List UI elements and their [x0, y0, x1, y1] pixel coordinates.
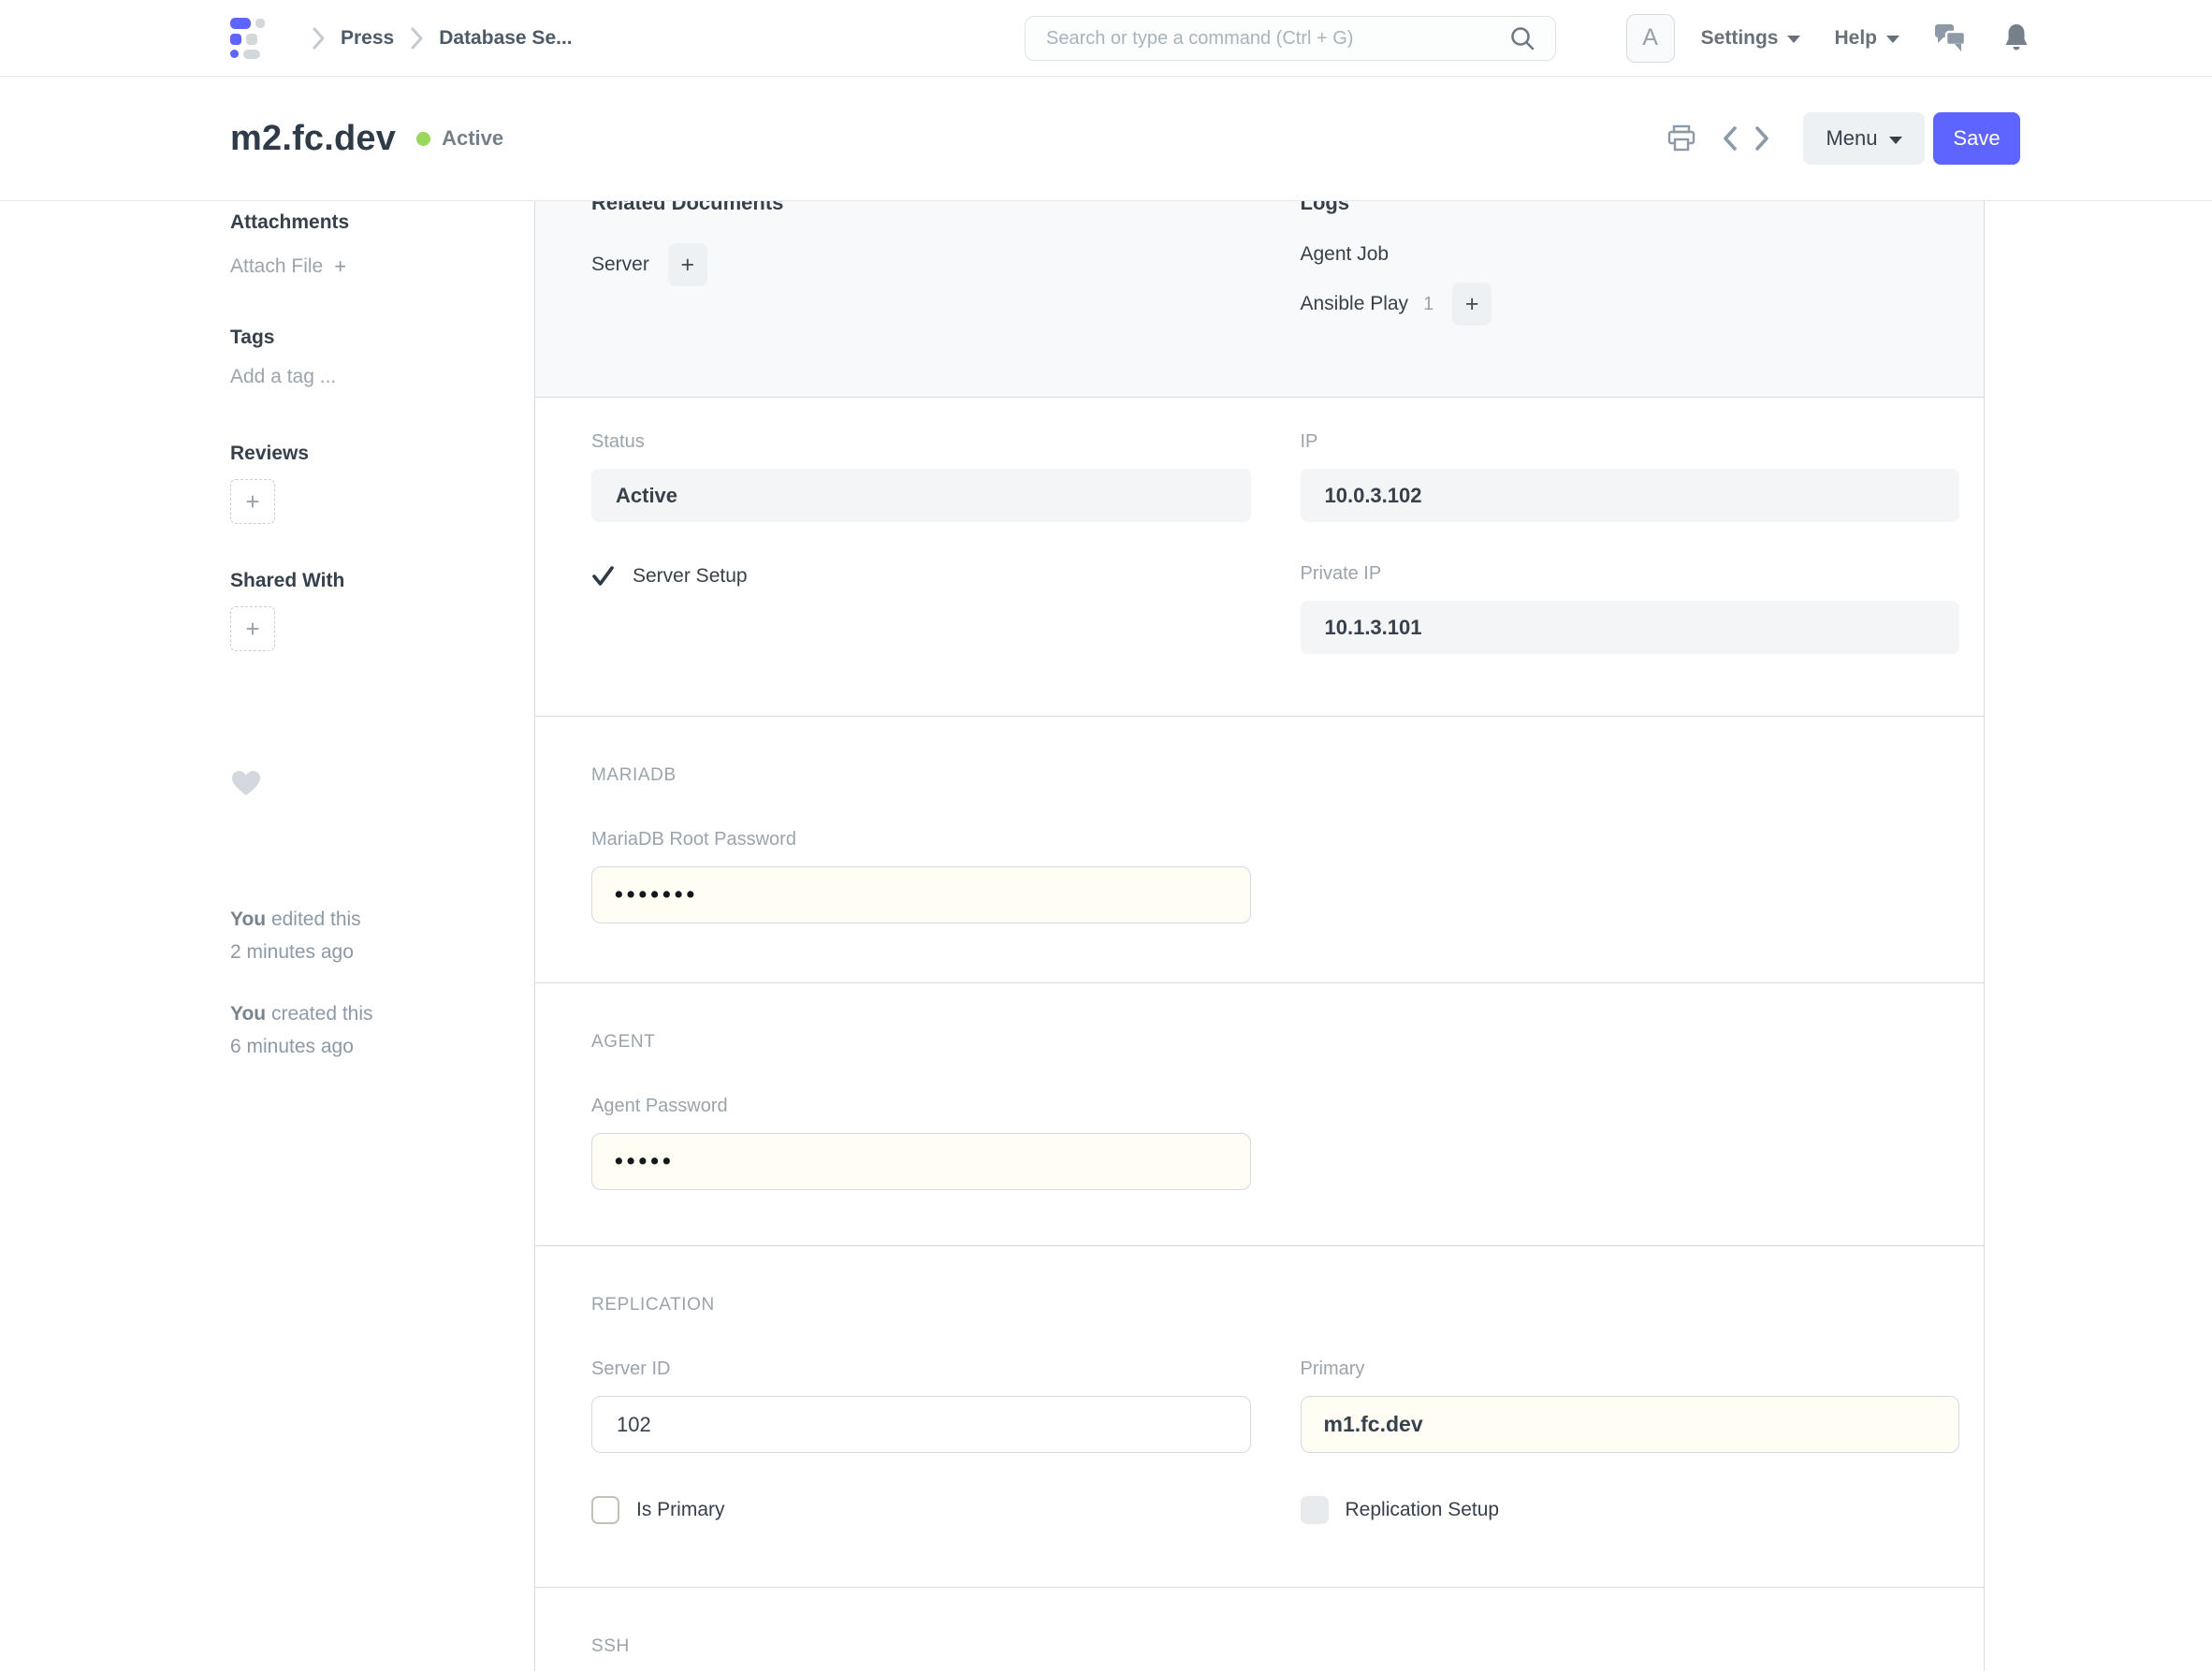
- status-badge: Active: [416, 126, 503, 151]
- ssh-heading: SSH: [591, 1636, 1959, 1657]
- save-button[interactable]: Save: [1933, 112, 2020, 165]
- chevron-right-icon: [311, 26, 326, 51]
- chat-icon[interactable]: [1933, 22, 1967, 54]
- created-activity: You created this 6 minutes ago: [230, 997, 511, 1063]
- navbar-right: A Settings Help: [1626, 14, 2030, 63]
- is-primary-check: Is Primary: [591, 1496, 1251, 1524]
- chevron-down-icon: [1886, 36, 1899, 43]
- breadcrumb-press[interactable]: Press: [341, 27, 394, 50]
- mariadb-root-password-label: MariaDB Root Password: [591, 827, 1251, 851]
- global-search[interactable]: [1025, 16, 1556, 61]
- tags-title: Tags: [230, 326, 511, 350]
- like-heart-icon[interactable]: [230, 769, 511, 802]
- edited-activity: You edited this 2 minutes ago: [230, 903, 511, 968]
- agent-job-link[interactable]: Agent Job: [1301, 243, 1390, 266]
- private-ip-field: 10.1.3.101: [1301, 601, 1960, 654]
- notifications-bell-icon[interactable]: [2002, 22, 2030, 54]
- shared-with-title: Shared With: [230, 569, 511, 593]
- navbar: Press Database Se... A Settings Help: [0, 0, 2212, 77]
- private-ip-label: Private IP: [1301, 561, 1960, 586]
- plus-icon: [681, 252, 695, 279]
- add-review-button[interactable]: [230, 479, 275, 524]
- form-sidebar: Attachments Attach File Tags Add a tag .…: [230, 201, 511, 1063]
- active-indicator-dot: [416, 132, 430, 146]
- reviews-title: Reviews: [230, 442, 511, 466]
- page-actions: Menu Save: [1666, 112, 2020, 165]
- primary-link-input[interactable]: m1.fc.dev: [1301, 1396, 1960, 1453]
- agent-heading: AGENT: [591, 1032, 1959, 1053]
- agent-section: AGENT Agent Password •••••: [535, 983, 1984, 1246]
- attachments-title: Attachments: [230, 211, 511, 235]
- server-link[interactable]: Server: [591, 254, 649, 276]
- ansible-play-link[interactable]: Ansible Play: [1301, 293, 1409, 315]
- search-icon: [1508, 24, 1536, 52]
- page-head: m2.fc.dev Active Menu Save: [0, 77, 2212, 201]
- ansible-play-count[interactable]: 1: [1423, 294, 1433, 315]
- is-primary-checkbox[interactable]: [591, 1496, 619, 1524]
- status-label: Status: [591, 429, 1251, 454]
- replication-setup-check: Replication Setup: [1301, 1496, 1960, 1524]
- ip-label: IP: [1301, 429, 1960, 454]
- frappe-logo-icon[interactable]: [230, 16, 268, 61]
- replication-heading: REPLICATION: [591, 1295, 1959, 1315]
- logs-title: Logs: [1301, 201, 1960, 217]
- ip-field: 10.0.3.102: [1301, 469, 1960, 522]
- related-server-row: Server: [591, 243, 1251, 286]
- add-tag-input[interactable]: Add a tag ...: [230, 365, 511, 389]
- server-setup-check: Server Setup: [591, 565, 1251, 588]
- page-title: m2.fc.dev: [230, 119, 396, 159]
- primary-label: Primary: [1301, 1357, 1960, 1381]
- check-icon: [591, 565, 616, 588]
- agent-password-input[interactable]: •••••: [591, 1133, 1251, 1190]
- mariadb-section: MARIADB MariaDB Root Password •••••••: [535, 717, 1984, 983]
- add-server-button[interactable]: [668, 243, 707, 286]
- settings-menu[interactable]: Settings: [1701, 27, 1801, 50]
- server-id-value[interactable]: [615, 1412, 1228, 1438]
- chevron-down-icon: [1787, 36, 1800, 43]
- print-icon[interactable]: [1666, 124, 1696, 153]
- replication-setup-checkbox: [1301, 1496, 1329, 1524]
- mariadb-root-password-input[interactable]: •••••••: [591, 866, 1251, 923]
- search-input[interactable]: [1044, 27, 1508, 51]
- add-ansible-play-button[interactable]: [1452, 283, 1492, 326]
- plus-icon: [245, 615, 259, 644]
- menu-button[interactable]: Menu: [1803, 112, 1925, 165]
- plus-icon: [1465, 291, 1479, 318]
- form-dashboard-section: Related Documents Server Logs Agent Job: [535, 201, 1984, 398]
- add-share-button[interactable]: [230, 606, 275, 651]
- server-id-input[interactable]: [591, 1396, 1251, 1453]
- plus-icon: [245, 487, 259, 516]
- prev-record-icon[interactable]: [1721, 124, 1739, 153]
- server-id-label: Server ID: [591, 1357, 1251, 1381]
- status-field: Active: [591, 469, 1251, 522]
- ssh-section: SSH: [535, 1588, 1984, 1671]
- status-section: Status Active Server Setup IP 10.0.3.102…: [535, 398, 1984, 717]
- chevron-right-icon: [409, 26, 424, 51]
- mariadb-heading: MARIADB: [591, 765, 1959, 786]
- form-card: Related Documents Server Logs Agent Job: [534, 201, 1985, 1671]
- replication-section: REPLICATION Server ID Is Primary Primary: [535, 1246, 1984, 1588]
- attach-file-button[interactable]: Attach File: [230, 254, 511, 279]
- next-record-icon[interactable]: [1753, 124, 1771, 153]
- chevron-down-icon: [1889, 137, 1902, 144]
- app-window: Press Database Se... A Settings Help: [0, 0, 2212, 1671]
- related-documents-title: Related Documents: [591, 201, 1251, 217]
- user-avatar[interactable]: A: [1626, 14, 1675, 63]
- breadcrumb-database-server[interactable]: Database Se...: [439, 27, 572, 50]
- agent-password-label: Agent Password: [591, 1094, 1251, 1118]
- ansible-play-row: Ansible Play 1: [1301, 283, 1960, 326]
- help-menu[interactable]: Help: [1834, 27, 1899, 50]
- plus-icon: [334, 254, 346, 279]
- agent-job-row: Agent Job: [1301, 243, 1960, 266]
